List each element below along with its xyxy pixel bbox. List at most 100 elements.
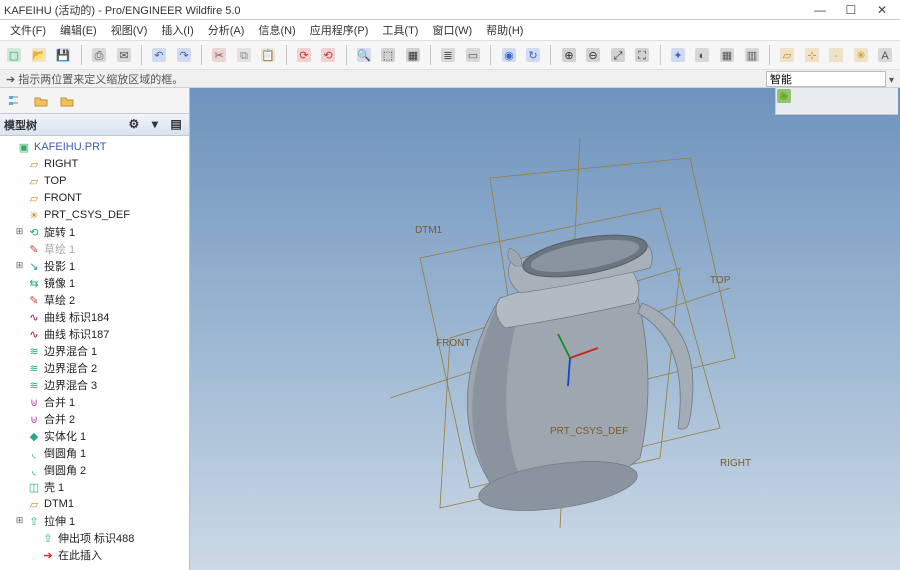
expand-icon[interactable] <box>14 277 25 288</box>
expand-icon[interactable] <box>14 413 25 424</box>
tree-item[interactable]: ◫壳 1 <box>0 478 189 495</box>
expand-icon[interactable] <box>14 345 25 356</box>
menu-e[interactable]: 编辑(E) <box>54 21 103 39</box>
tree-item[interactable]: ≋边界混合 2 <box>0 359 189 376</box>
tree-item[interactable]: ◟倒圆角 2 <box>0 461 189 478</box>
refit-icon[interactable]: ⛶ <box>632 44 653 66</box>
close-button[interactable]: ✕ <box>868 3 896 17</box>
menu-p[interactable]: 应用程序(P) <box>304 21 375 39</box>
menu-i[interactable]: 插入(I) <box>155 21 199 39</box>
filter-input[interactable] <box>766 71 886 87</box>
expand-icon[interactable] <box>28 549 39 560</box>
graphics-viewport[interactable]: ▱⊹∙✳✎ <box>190 88 900 570</box>
plane-disp-icon[interactable]: ▱ <box>777 44 798 66</box>
menu-a[interactable]: 分析(A) <box>202 21 251 39</box>
menu-n[interactable]: 信息(N) <box>252 21 301 39</box>
minimize-button[interactable]: — <box>806 3 834 17</box>
expand-icon[interactable] <box>14 192 25 203</box>
tree-item[interactable]: ✎草绘 2 <box>0 291 189 308</box>
expand-icon[interactable] <box>28 532 39 543</box>
tree-settings-icon[interactable]: ⚙ <box>125 117 143 133</box>
find-icon[interactable]: 🔍 <box>354 44 375 66</box>
paste-icon[interactable]: 📋 <box>258 44 279 66</box>
zoom-fit-icon[interactable]: ⤢ <box>608 44 629 66</box>
tree-item[interactable]: ▣KAFEIHU.PRT <box>0 138 189 155</box>
expand-icon[interactable] <box>14 362 25 373</box>
shade-icon[interactable]: ◐ <box>692 44 713 66</box>
select-icon[interactable]: ⬚ <box>378 44 399 66</box>
regen-all-icon[interactable]: ⟲ <box>318 44 339 66</box>
expand-icon[interactable] <box>14 430 25 441</box>
menu-w[interactable]: 窗口(W) <box>426 21 478 39</box>
expand-icon[interactable] <box>14 464 25 475</box>
point-disp-icon[interactable]: ∙ <box>826 44 847 66</box>
spin-icon[interactable]: ↻ <box>523 44 544 66</box>
expand-icon[interactable] <box>4 141 15 152</box>
model-tree[interactable]: ▣KAFEIHU.PRT▱RIGHT▱TOP▱FRONT✳PRT_CSYS_DE… <box>0 136 189 570</box>
annot-disp-icon[interactable]: A <box>875 44 896 66</box>
expand-icon[interactable] <box>14 294 25 305</box>
expand-icon[interactable] <box>14 209 25 220</box>
menu-v[interactable]: 视图(V) <box>105 21 154 39</box>
orient-icon[interactable]: ◉ <box>498 44 519 66</box>
tree-item[interactable]: ▱TOP <box>0 172 189 189</box>
tree-item[interactable]: ◆实体化 1 <box>0 427 189 444</box>
zoom-in-icon[interactable]: ⊕ <box>558 44 579 66</box>
tree-item[interactable]: ✎草绘 1 <box>0 240 189 257</box>
layer-icon[interactable]: ≣ <box>438 44 459 66</box>
mail-icon[interactable]: ✉ <box>113 44 134 66</box>
expand-icon[interactable]: ⊞ <box>14 226 25 237</box>
cut-icon[interactable]: ✂ <box>209 44 230 66</box>
tree-item[interactable]: ⊞↘投影 1 <box>0 257 189 274</box>
axis-disp-icon[interactable]: ⊹ <box>801 44 822 66</box>
tree-item[interactable]: ⊞⟲旋转 1 <box>0 223 189 240</box>
tree-item[interactable]: ∿曲线 标识187 <box>0 325 189 342</box>
filter-dropdown-icon[interactable]: ▾ <box>889 75 894 86</box>
regen-icon[interactable]: ⟳ <box>293 44 314 66</box>
undo-icon[interactable]: ↶ <box>149 44 170 66</box>
hidden-icon[interactable]: ▥ <box>741 44 762 66</box>
expand-icon[interactable] <box>14 498 25 509</box>
expand-icon[interactable]: ⊞ <box>14 515 25 526</box>
tree-menu-icon[interactable]: ▤ <box>167 117 185 133</box>
maximize-button[interactable]: ☐ <box>837 3 865 17</box>
expand-icon[interactable] <box>14 328 25 339</box>
menu-h[interactable]: 帮助(H) <box>480 21 529 39</box>
tree-item[interactable]: ⊞⇧拉伸 1 <box>0 512 189 529</box>
csys-disp-icon[interactable]: ✳ <box>851 44 872 66</box>
tree-item[interactable]: ▱RIGHT <box>0 155 189 172</box>
save-icon[interactable]: 💾 <box>53 44 74 66</box>
expand-icon[interactable] <box>14 311 25 322</box>
copy-icon[interactable]: ⧉ <box>233 44 254 66</box>
tab-folder[interactable] <box>30 91 52 111</box>
zoom-out-icon[interactable]: ⊖ <box>583 44 604 66</box>
tree-item[interactable]: ≋边界混合 3 <box>0 376 189 393</box>
new-file-icon[interactable]: ▢ <box>4 44 25 66</box>
menu-t[interactable]: 工具(T) <box>376 21 424 39</box>
expand-icon[interactable] <box>14 396 25 407</box>
tree-item[interactable]: ⇆镜像 1 <box>0 274 189 291</box>
wire-icon[interactable]: ▦ <box>717 44 738 66</box>
print-icon[interactable]: ⎙ <box>89 44 110 66</box>
tree-item[interactable]: ∿曲线 标识184 <box>0 308 189 325</box>
tree-item[interactable]: ⊎合并 1 <box>0 393 189 410</box>
view-mgr-icon[interactable]: ▭ <box>463 44 484 66</box>
menu-f[interactable]: 文件(F) <box>4 21 52 39</box>
tree-item[interactable]: ⊎合并 2 <box>0 410 189 427</box>
tree-item[interactable]: ◟倒圆角 1 <box>0 444 189 461</box>
box-select-icon[interactable]: ▦ <box>403 44 424 66</box>
tree-item[interactable]: ≋边界混合 1 <box>0 342 189 359</box>
expand-icon[interactable]: ⊞ <box>14 260 25 271</box>
tab-model-tree[interactable] <box>4 91 26 111</box>
tree-item[interactable]: ✳PRT_CSYS_DEF <box>0 206 189 223</box>
tree-item[interactable]: ▱FRONT <box>0 189 189 206</box>
open-file-icon[interactable]: 📂 <box>29 44 50 66</box>
tab-favorites[interactable] <box>56 91 78 111</box>
expand-icon[interactable] <box>14 175 25 186</box>
expand-icon[interactable] <box>14 243 25 254</box>
expand-icon[interactable] <box>14 447 25 458</box>
tree-show-icon[interactable]: ▾ <box>146 117 164 133</box>
expand-icon[interactable] <box>14 481 25 492</box>
expand-icon[interactable] <box>14 158 25 169</box>
repaint-icon[interactable]: ✦ <box>668 44 689 66</box>
